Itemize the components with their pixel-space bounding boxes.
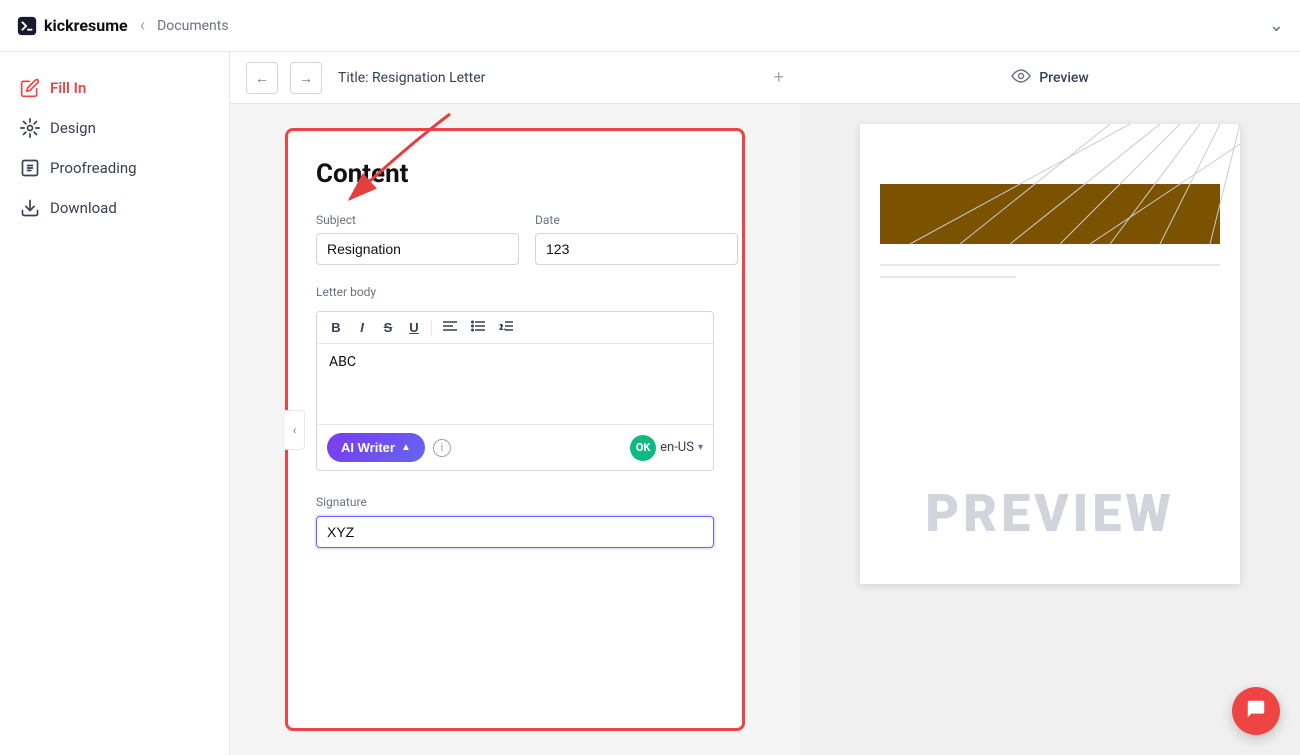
logo-icon (16, 15, 38, 37)
chevron-down-icon[interactable]: ⌄ (1269, 15, 1284, 36)
proofreading-label: Proofreading (50, 159, 137, 177)
nav-left: kickresume ‹ Documents (16, 15, 229, 37)
content-card-title: Content (316, 159, 714, 189)
preview-doc-lines (860, 244, 1240, 278)
preview-header: Preview (800, 52, 1300, 104)
logo-text: kickresume (44, 16, 128, 35)
collapse-sidebar-button[interactable]: ‹ (285, 410, 305, 450)
download-icon (20, 198, 40, 218)
logo[interactable]: kickresume (16, 15, 128, 37)
date-label: Date (535, 213, 738, 227)
ai-writer-button[interactable]: AI Writer ▲ (327, 433, 425, 462)
signature-label: Signature (316, 495, 367, 509)
subject-date-row: Subject Date (316, 213, 714, 265)
ai-writer-chevron-icon: ▲ (401, 442, 411, 453)
underline-button[interactable]: U (403, 318, 425, 337)
preview-line-1 (880, 264, 1220, 266)
strikethrough-button[interactable]: S (377, 318, 399, 337)
subject-label: Subject (316, 213, 519, 227)
ai-writer-label: AI Writer (341, 440, 395, 455)
download-label: Download (50, 199, 117, 217)
chat-fab-button[interactable] (1232, 687, 1280, 735)
sidebar: Fill In Design Proofreading Down (0, 52, 230, 755)
nav-separator: ‹ (140, 15, 145, 36)
design-icon (20, 118, 40, 138)
editor-toolbar: ← → Title: Resignation Letter + (230, 52, 800, 104)
language-chevron-icon: ▾ (698, 442, 703, 453)
subject-group: Subject (316, 213, 519, 265)
letter-body-label: Letter body (316, 285, 714, 299)
preview-document: PREVIEW (860, 124, 1240, 584)
ok-badge: OK (630, 435, 656, 461)
top-navigation: kickresume ‹ Documents ⌄ (0, 0, 1300, 52)
sidebar-item-fill-in[interactable]: Fill In (0, 68, 229, 108)
preview-eye-icon (1011, 68, 1031, 87)
editor-content: ‹ Content Subject Date (230, 104, 800, 755)
toolbar-divider (431, 320, 432, 336)
rich-editor: B I S U 1.2. (316, 311, 714, 471)
edit-icon (20, 78, 40, 98)
center-area: ← → Title: Resignation Letter + ‹ Conten… (230, 52, 800, 755)
language-text: en-US (660, 440, 694, 455)
preview-watermark: PREVIEW (860, 483, 1240, 544)
language-selector[interactable]: OK en-US ▾ (630, 435, 703, 461)
preview-line-2 (880, 276, 1016, 278)
add-section-button[interactable]: + (773, 67, 784, 88)
redo-button[interactable]: → (290, 62, 322, 94)
sidebar-item-design[interactable]: Design (0, 108, 229, 148)
preview-content: PREVIEW (800, 104, 1300, 755)
preview-panel: Preview (800, 52, 1300, 755)
letter-body-group: Letter body B I S U (316, 285, 714, 471)
rich-editor-toolbar: B I S U 1.2. (317, 312, 713, 344)
content-card: Content Subject Date Letter body (285, 128, 745, 731)
date-input[interactable] (535, 233, 738, 265)
letter-body-text[interactable]: ABC (317, 344, 713, 424)
subject-input[interactable] (316, 233, 519, 265)
signature-input[interactable] (316, 516, 714, 548)
design-label: Design (50, 119, 96, 137)
numbered-list-button[interactable]: 1.2. (494, 318, 518, 337)
document-title: Title: Resignation Letter (338, 70, 485, 86)
fill-in-label: Fill In (50, 79, 86, 97)
info-icon[interactable]: i (433, 439, 451, 457)
signature-group: Signature (316, 491, 714, 548)
documents-link[interactable]: Documents (157, 18, 228, 34)
undo-button[interactable]: ← (246, 62, 278, 94)
svg-text:2.: 2. (499, 323, 506, 332)
main-layout: Fill In Design Proofreading Down (0, 52, 1300, 755)
chat-fab-icon (1245, 698, 1267, 725)
decorative-lines (860, 124, 1240, 244)
bullet-list-button[interactable] (466, 318, 490, 337)
sidebar-item-proofreading[interactable]: Proofreading (0, 148, 229, 188)
italic-button[interactable]: I (351, 318, 373, 337)
sidebar-item-download[interactable]: Download (0, 188, 229, 228)
nav-right: ⌄ (1269, 15, 1284, 36)
date-group: Date (535, 213, 738, 265)
preview-label: Preview (1039, 70, 1089, 86)
rich-editor-footer: AI Writer ▲ i OK (317, 424, 713, 470)
align-left-button[interactable] (438, 318, 462, 337)
bold-button[interactable]: B (325, 318, 347, 337)
proofreading-icon (20, 158, 40, 178)
